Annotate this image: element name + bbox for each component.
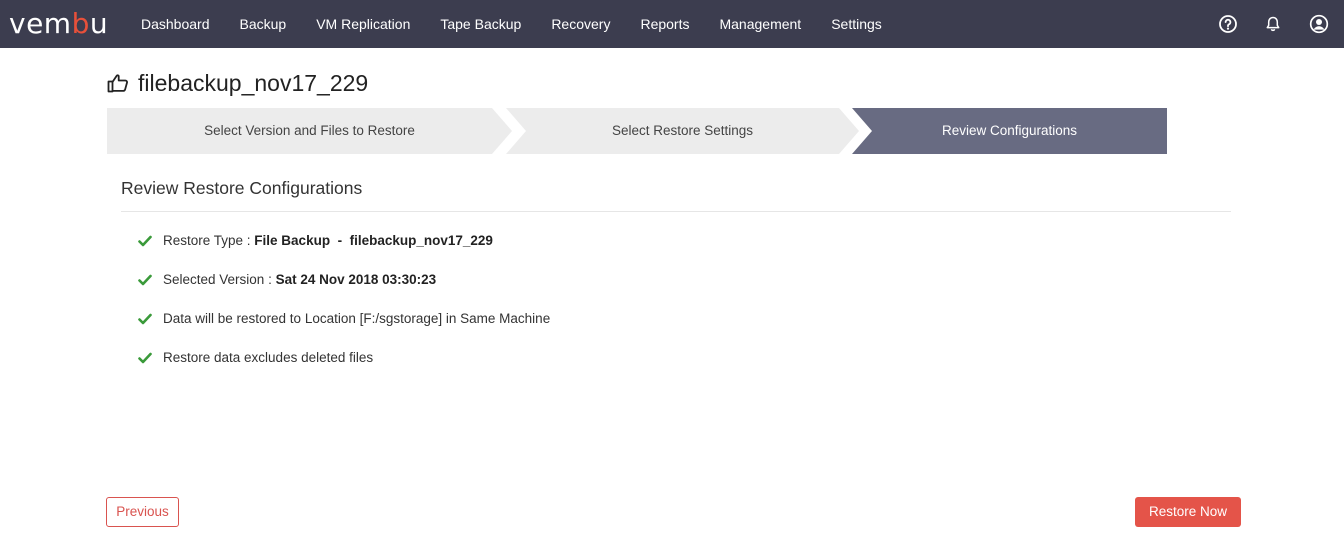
nav-vm-replication[interactable]: VM Replication: [301, 0, 425, 48]
nav-reports[interactable]: Reports: [625, 0, 704, 48]
wizard-steps: Select Version and Files to Restore Sele…: [107, 108, 1167, 154]
check-icon: [138, 273, 152, 287]
wizard-step-3-label: Review Configurations: [941, 123, 1078, 138]
bell-icon[interactable]: [1263, 14, 1283, 34]
nav-management[interactable]: Management: [704, 0, 816, 48]
nav-dashboard[interactable]: Dashboard: [126, 0, 225, 48]
review-item-1-prefix: Restore Type :: [163, 233, 255, 248]
review-item-4-text: Restore data excludes deleted files: [163, 350, 374, 365]
page-title: filebackup_nov17_229: [138, 69, 369, 96]
wizard-step-restore-settings[interactable]: Select Restore Settings: [506, 108, 859, 154]
user-icon[interactable]: [1309, 14, 1329, 34]
wizard-step-2-label: Select Restore Settings: [611, 123, 754, 138]
main-nav: Dashboard Backup VM Replication Tape Bac…: [126, 0, 897, 48]
review-item-location: Data will be restored to Location [F:/sg…: [138, 309, 550, 348]
nav-recovery[interactable]: Recovery: [536, 0, 625, 48]
review-item-exclusion: Restore data excludes deleted files: [138, 348, 550, 387]
hand-pointing-icon: [106, 71, 130, 95]
logo-text-a: vem: [9, 7, 72, 40]
wizard-step-select-version[interactable]: Select Version and Files to Restore: [107, 108, 512, 154]
review-item-2-prefix: Selected Version :: [163, 272, 276, 287]
review-item-1-text: Restore Type : File Backup - filebackup_…: [163, 231, 493, 251]
review-list: Restore Type : File Backup - filebackup_…: [138, 231, 550, 387]
review-item-2-text: Selected Version : Sat 24 Nov 2018 03:30…: [163, 270, 436, 290]
check-icon: [138, 312, 152, 326]
wizard-step-1-label: Select Version and Files to Restore: [204, 123, 415, 138]
review-item-1-value: File Backup - filebackup_nov17_229: [254, 233, 493, 248]
restore-now-button[interactable]: Restore Now: [1135, 497, 1241, 527]
help-icon[interactable]: [1218, 14, 1238, 34]
review-item-2-value: Sat 24 Nov 2018 03:30:23: [275, 272, 437, 287]
review-item-restore-type: Restore Type : File Backup - filebackup_…: [138, 231, 550, 270]
logo-text-c: u: [89, 7, 109, 40]
top-navigation-bar: vembu Dashboard Backup VM Replication Ta…: [0, 0, 1344, 48]
page-header: filebackup_nov17_229: [106, 68, 368, 98]
nav-settings[interactable]: Settings: [816, 0, 897, 48]
vembu-logo[interactable]: vembu: [9, 9, 108, 39]
logo-text-b: b: [71, 7, 90, 40]
section-divider: [121, 211, 1231, 212]
review-item-3-text: Data will be restored to Location [F:/sg…: [163, 311, 551, 326]
nav-tape-backup[interactable]: Tape Backup: [425, 0, 536, 48]
check-icon: [138, 351, 152, 365]
nav-backup[interactable]: Backup: [225, 0, 302, 48]
review-heading: Review Restore Configurations: [121, 178, 363, 198]
review-item-selected-version: Selected Version : Sat 24 Nov 2018 03:30…: [138, 270, 550, 309]
previous-button[interactable]: Previous: [106, 497, 179, 527]
wizard-step-review-configurations[interactable]: Review Configurations: [852, 108, 1167, 154]
check-icon: [138, 234, 152, 248]
